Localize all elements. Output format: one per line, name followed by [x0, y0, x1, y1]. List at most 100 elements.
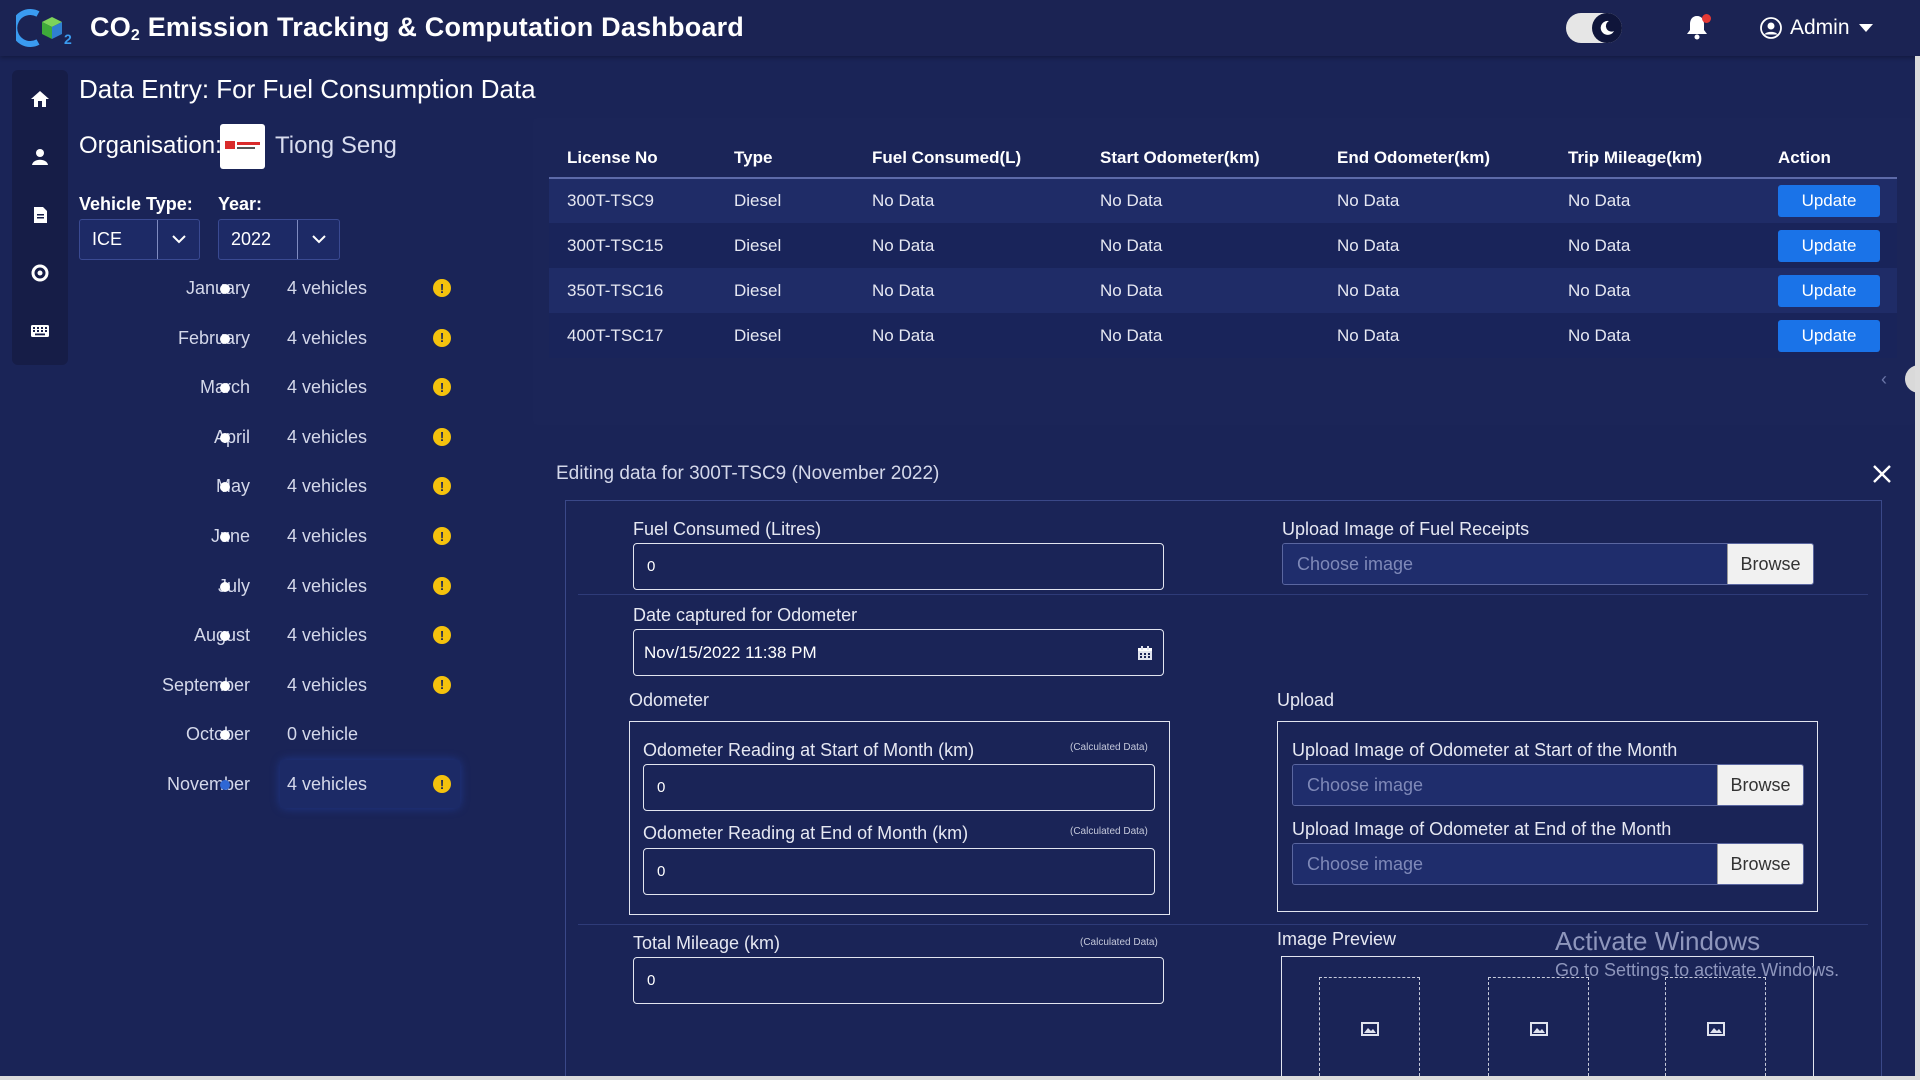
vehicle-type-select[interactable]: ICE — [79, 219, 200, 260]
vehicle-count: 4 vehicles — [287, 426, 368, 447]
year-select[interactable]: 2022 — [218, 219, 340, 260]
file-placeholder[interactable]: Choose image — [1293, 765, 1717, 805]
month-row[interactable]: May 4 vehicles! — [70, 470, 470, 502]
month-name: January — [185, 278, 250, 298]
warning-icon: ! — [433, 626, 451, 645]
browse-button[interactable]: Browse — [1717, 765, 1803, 805]
keyboard-icon[interactable] — [29, 320, 51, 342]
odo-start-input[interactable]: 0 — [643, 764, 1155, 811]
odometer-group-label: Odometer — [629, 690, 710, 710]
chevron-down-icon — [1858, 24, 1873, 32]
column-header: Fuel Consumed(L) — [854, 138, 1082, 179]
notification-button[interactable] — [1686, 14, 1711, 40]
status-dot — [220, 780, 230, 790]
file-placeholder[interactable]: Choose image — [1293, 844, 1717, 884]
vehicle-table: License No Type Fuel Consumed(L) Start O… — [549, 138, 1897, 358]
logo-icon: 2 — [16, 9, 72, 47]
settings-icon[interactable] — [29, 262, 51, 284]
warning-icon: ! — [433, 477, 451, 496]
table-cell: 300T-TSC9 — [549, 178, 716, 223]
fuel-input[interactable]: 0 — [633, 543, 1164, 590]
preview-slot — [1319, 977, 1420, 1080]
app-title: CO2 Emission Tracking & Computation Dash… — [90, 12, 744, 44]
status-dot — [220, 284, 230, 294]
horizontal-scrollbar[interactable] — [0, 1076, 1920, 1080]
vehicle-count: 4 vehicles — [287, 625, 368, 646]
notification-badge — [1702, 14, 1711, 23]
vehicle-type-value: ICE — [92, 229, 123, 249]
calculated-note: (Calculated Data) — [1070, 826, 1148, 837]
update-button[interactable]: Update — [1778, 274, 1880, 307]
update-button[interactable]: Update — [1778, 185, 1880, 217]
table-cell: No Data — [854, 313, 1082, 358]
status-dot — [220, 680, 230, 691]
home-icon[interactable] — [29, 88, 51, 110]
column-header: License No — [549, 138, 716, 179]
month-row[interactable]: June 4 vehicles! — [70, 520, 470, 552]
odo-end-upload[interactable]: Choose image Browse — [1292, 843, 1804, 885]
column-header: Type — [716, 138, 854, 179]
table-cell: No Data — [1550, 313, 1760, 358]
month-row[interactable]: August4 vehicles! — [70, 619, 470, 651]
month-row[interactable]: March4 vehicles! — [70, 371, 470, 403]
update-button[interactable]: Update — [1778, 319, 1880, 352]
close-icon[interactable] — [1870, 462, 1894, 486]
table-row: 400T-TSC17 Diesel No Data No Data No Data No … — [549, 313, 1897, 358]
year-value: 2022 — [231, 229, 272, 249]
table-cell: Diesel — [716, 223, 854, 268]
activation-watermark-subtitle: Go to Settings to activate Windows. — [1555, 960, 1840, 980]
mileage-input[interactable]: 0 — [633, 957, 1164, 1004]
month-name: November — [166, 774, 250, 794]
browse-button[interactable]: Browse — [1727, 544, 1813, 584]
odo-start-label: Odometer Reading at Start of Month (km) — [643, 740, 975, 760]
sidebar — [12, 70, 68, 365]
image-preview-label: Image Preview — [1277, 929, 1397, 949]
odo-start-upload[interactable]: Choose image Browse — [1292, 764, 1804, 806]
svg-text:2: 2 — [64, 31, 72, 47]
document-icon[interactable] — [29, 204, 51, 226]
month-row[interactable]: January 4 vehicles! — [70, 272, 470, 304]
table-row: 350T-TSC16 Diesel No Data No Data No Data No … — [549, 268, 1897, 313]
vehicle-type-label: Vehicle Type: — [79, 194, 193, 214]
top-bar: 2 CO2 Emission Tracking & Computation Da… — [0, 0, 1920, 56]
month-row[interactable]: September 4 vehicles! — [70, 669, 470, 701]
user-name: Admin — [1790, 16, 1850, 39]
vehicle-count: 4 vehicles — [287, 476, 368, 497]
vehicle-count: 4 vehicles — [287, 774, 368, 794]
organisation-name: Tiong Seng — [275, 132, 397, 159]
fuel-receipts-upload[interactable]: Choose image Browse — [1282, 543, 1814, 585]
calculated-note: (Calculated Data) — [1070, 742, 1148, 753]
person-icon[interactable] — [29, 146, 51, 168]
prev-page-icon[interactable]: ‹ — [1881, 369, 1887, 390]
file-placeholder[interactable]: Choose image — [1283, 544, 1727, 584]
month-row[interactable]: November 4 vehicles! — [70, 768, 470, 800]
date-input[interactable]: Nov/15/2022 11:38 PM — [633, 629, 1164, 676]
table-cell: Diesel — [716, 268, 854, 313]
month-row[interactable]: July 4 vehicles! — [70, 570, 470, 602]
odo-end-input[interactable]: 0 — [643, 848, 1155, 895]
action-cell: Update — [1760, 178, 1897, 223]
update-button[interactable]: Update — [1778, 229, 1880, 262]
chevron-down-icon — [157, 220, 199, 259]
warning-icon: ! — [433, 527, 451, 545]
theme-toggle[interactable] — [1566, 13, 1622, 43]
month-row[interactable]: February 4 vehicles! — [70, 322, 470, 354]
vehicle-count: 4 vehicles — [287, 575, 368, 596]
status-dot — [220, 333, 230, 344]
vehicle-count: 4 vehicles — [287, 377, 368, 398]
table-cell: No Data — [1319, 313, 1550, 358]
vehicle-table-panel: License No Type Fuel Consumed(L) Start O… — [533, 118, 1920, 425]
action-cell: Update — [1760, 313, 1897, 358]
vehicle-count: 4 vehicles — [287, 526, 368, 546]
table-header-row: License No Type Fuel Consumed(L) Start O… — [549, 138, 1897, 179]
browse-button[interactable]: Browse — [1717, 844, 1803, 884]
month-row[interactable]: October 0 vehicle — [70, 718, 470, 750]
calendar-icon[interactable] — [1137, 645, 1153, 661]
month-row[interactable]: April 4 vehicles! — [70, 421, 470, 453]
warning-icon: ! — [433, 576, 451, 595]
user-menu[interactable]: Admin — [1760, 14, 1874, 42]
divider — [578, 594, 1868, 595]
calculated-note: (Calculated Data) — [1080, 937, 1158, 948]
vertical-scrollbar[interactable] — [1915, 56, 1920, 1080]
vehicle-count: 4 vehicles — [287, 674, 368, 695]
